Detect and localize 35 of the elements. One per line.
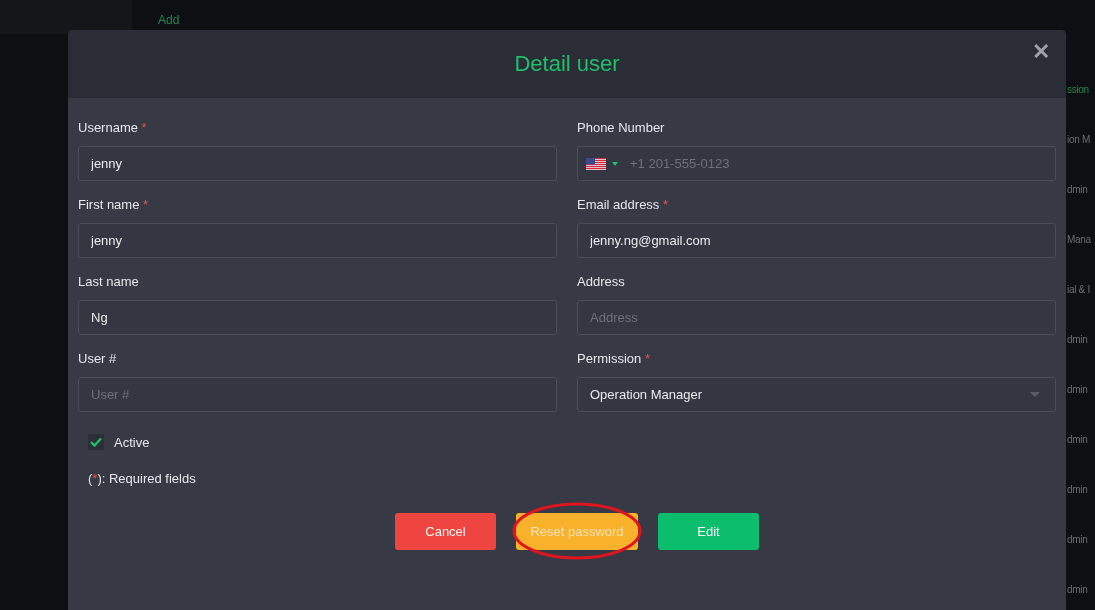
field-label: Phone Number — [577, 120, 666, 135]
input-field[interactable]: jenny.ng@gmail.com — [577, 223, 1056, 258]
caret-icon — [1030, 392, 1040, 397]
caret-icon[interactable] — [612, 162, 618, 166]
field-label: Address — [577, 274, 626, 289]
field-label: Permission * — [577, 351, 651, 366]
permission-select[interactable]: Operation Manager — [577, 377, 1056, 412]
table-cell-text: dmin — [1067, 184, 1088, 197]
table-cell-text: dmin — [1067, 534, 1088, 547]
us-flag-icon — [586, 158, 606, 170]
input-field[interactable]: User # — [78, 377, 557, 412]
field-label: Email address * — [577, 197, 670, 212]
dialog-title: Detail user — [514, 51, 620, 77]
table-cell-text: ial & I — [1067, 284, 1090, 297]
close-button[interactable]: ✕ — [1026, 38, 1056, 66]
table-cell-text: Mana — [1067, 234, 1091, 247]
required-note: (*): Required fields — [88, 471, 197, 486]
checkbox-label: Active — [114, 434, 150, 450]
field-label: User # — [78, 351, 118, 366]
field-label: Username * — [78, 120, 148, 135]
input-field[interactable]: Ng — [78, 300, 557, 335]
input-field[interactable]: jenny — [78, 146, 557, 181]
input-field[interactable]: Address — [577, 300, 1056, 335]
phone-field[interactable]: +1 201-555-0123 — [577, 146, 1056, 181]
table-cell-text: dmin — [1067, 384, 1088, 397]
table-cell-text: ion M — [1067, 134, 1090, 147]
table-cell-text: dmin — [1067, 484, 1088, 497]
active-checkbox[interactable] — [88, 434, 104, 450]
input-field[interactable]: jenny — [78, 223, 557, 258]
field-label: First name * — [78, 197, 150, 212]
field-label: Last name — [78, 274, 140, 289]
table-cell-text: ssion — [1067, 84, 1089, 97]
table-cell-text: dmin — [1067, 334, 1088, 347]
table-cell-text: dmin — [1067, 434, 1088, 447]
table-cell-text: dmin — [1067, 584, 1088, 597]
